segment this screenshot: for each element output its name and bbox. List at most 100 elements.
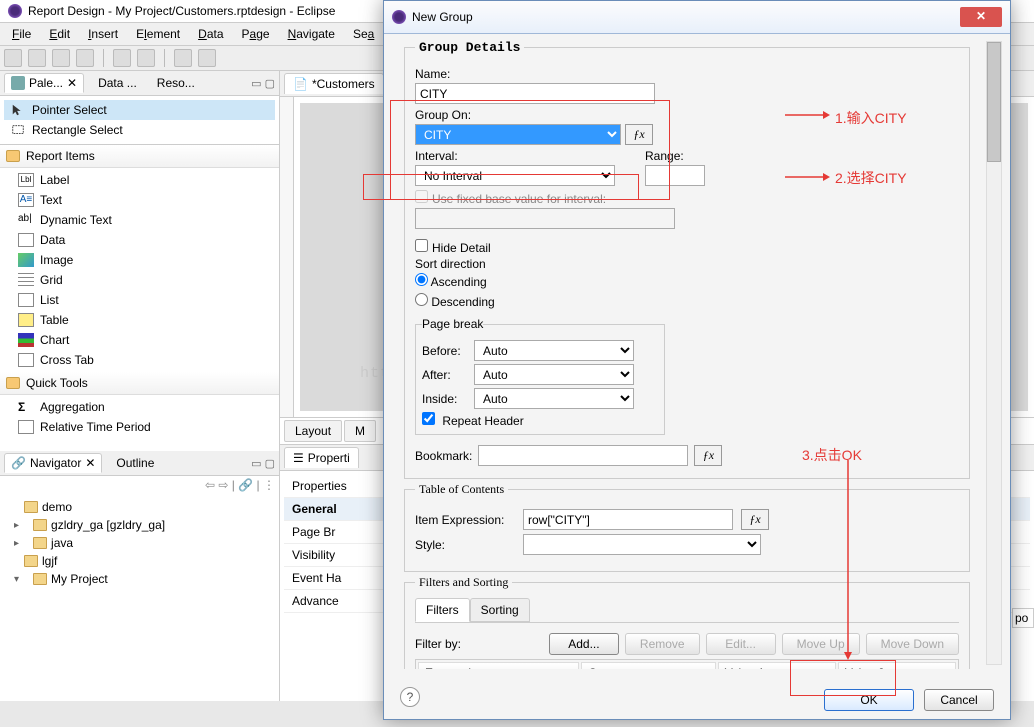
range-input[interactable] [645,165,705,186]
tab-navigator[interactable]: 🔗 Navigator ✕ [4,453,102,473]
menu-edit[interactable]: Edit [41,25,78,43]
tab-palette[interactable]: Pale... ✕ [4,73,84,93]
style-label: Style: [415,538,515,552]
new-group-dialog: New Group ✕ Group Details Name: Group On… [383,0,1011,720]
palette-rectangle-select[interactable]: Rectangle Select [4,120,275,140]
before-select[interactable]: Auto [474,340,634,361]
repeat-header-check[interactable]: Repeat Header [422,414,524,428]
filters-legend: Filters and Sorting [415,575,512,590]
quick-tools-header[interactable]: Quick Tools [0,372,279,395]
bookmark-fx-button[interactable]: ƒx [694,445,722,466]
view-minimize-icon[interactable]: ▭ ▢ [251,77,275,90]
item-relative-time[interactable]: Relative Time Period [0,417,279,437]
group-on-fx-button[interactable]: ƒx [625,124,653,145]
toolbar-debug[interactable] [137,49,155,67]
tab-properties[interactable]: ☰ Properti [284,447,359,468]
ok-button[interactable]: OK [824,689,914,711]
toolbar-print[interactable] [76,49,94,67]
item-text[interactable]: A≡Text [0,190,279,210]
tab-sorting[interactable]: Sorting [470,598,530,622]
item-expression-fx-button[interactable]: ƒx [741,509,769,530]
sort-desc-radio[interactable]: Descending [415,291,665,311]
menu-insert[interactable]: Insert [80,25,126,43]
item-crosstab[interactable]: Cross Tab [0,350,279,370]
item-label[interactable]: LblLabel [0,170,279,190]
toolbar-new[interactable] [4,49,22,67]
toolbar-ext[interactable] [174,49,192,67]
inside-select[interactable]: Auto [474,388,634,409]
sort-direction-label: Sort direction [415,257,665,271]
menu-navigate[interactable]: Navigate [280,25,343,43]
item-table[interactable]: Table [0,310,279,330]
tree-java[interactable]: java [4,534,275,552]
fixed-base-check: Use fixed base value for interval: [415,190,715,206]
item-image[interactable]: Image [0,250,279,270]
menu-search[interactable]: Sea [345,25,382,43]
tab-layout[interactable]: Layout [284,420,342,442]
menu-element[interactable]: Element [128,25,188,43]
eclipse-icon [392,10,406,24]
toolbar-ext2[interactable] [198,49,216,67]
remove-button: Remove [625,633,700,655]
editor-tab-customers[interactable]: 📄 *Customers [284,73,384,94]
group-on-label: Group On: [415,108,715,122]
tree-lgjf[interactable]: lgjf [4,552,275,570]
cancel-button[interactable]: Cancel [924,689,994,711]
add-button[interactable]: Add... [549,633,619,655]
col-value2[interactable]: Value 2 [838,662,956,669]
name-input[interactable] [415,83,655,104]
interval-label: Interval: [415,149,615,163]
hide-detail-check[interactable]: Hide Detail [415,239,715,255]
tab-filters[interactable]: Filters [415,598,470,622]
tree-gzldry[interactable]: gzldry_ga [gzldry_ga] [4,516,275,534]
palette-pointer-select[interactable]: Pointer Select [4,100,275,120]
right-panel-snippet: po [1012,608,1034,628]
nav-toolbar: ⇦ ⇨ | 🔗 | ⋮ [0,476,279,494]
col-expression[interactable]: Expression [418,662,579,669]
tab-master[interactable]: M [344,420,376,442]
item-data[interactable]: Data [0,230,279,250]
col-value1[interactable]: Value 1 [718,662,836,669]
style-select[interactable] [523,534,761,555]
item-list[interactable]: List [0,290,279,310]
menu-page[interactable]: Page [234,25,278,43]
item-dynamic-text[interactable]: ab|Dynamic Text [0,210,279,230]
item-aggregation[interactable]: ΣAggregation [0,397,279,417]
group-details-legend: Group Details [415,40,524,55]
menu-data[interactable]: Data [190,25,231,43]
toolbar-save[interactable] [28,49,46,67]
item-expression-input[interactable] [523,509,733,530]
tab-data[interactable]: Data ... [92,74,143,92]
movedown-button: Move Down [866,633,959,655]
group-on-select[interactable]: CITY [415,124,621,145]
item-expression-label: Item Expression: [415,513,515,527]
range-label: Range: [645,149,705,163]
report-items-header[interactable]: Report Items [0,145,279,168]
tree-demo[interactable]: demo [4,498,275,516]
filter-by-label: Filter by: [415,637,461,651]
close-button[interactable]: ✕ [960,7,1002,27]
toolbar-save-all[interactable] [52,49,70,67]
toolbar-run[interactable] [113,49,131,67]
bookmark-input[interactable] [478,445,688,466]
tab-resources[interactable]: Reso... [151,74,201,92]
fixed-base-input [415,208,675,229]
after-select[interactable]: Auto [474,364,634,385]
rectangle-icon [10,123,26,137]
report-items-list: LblLabel A≡Text ab|Dynamic Text Data Ima… [0,168,279,372]
filters-table[interactable]: Expression Operator Value 1 Value 2 [415,659,959,669]
col-operator[interactable]: Operator [581,662,716,669]
tab-outline[interactable]: Outline [110,454,160,472]
help-icon[interactable]: ? [400,687,420,707]
menu-file[interactable]: File [4,25,39,43]
pointer-icon [10,103,26,117]
dialog-scrollbar[interactable] [986,41,1002,665]
app-title: Report Design - My Project/Customers.rpt… [28,4,335,18]
vertical-ruler [280,97,294,417]
tree-my-project[interactable]: My Project [4,570,275,588]
sort-asc-radio[interactable]: Ascending [415,271,665,291]
item-chart[interactable]: Chart [0,330,279,350]
item-grid[interactable]: Grid [0,270,279,290]
view-minimize-icon[interactable]: ▭ ▢ [251,457,275,470]
interval-select[interactable]: No Interval [415,165,615,186]
